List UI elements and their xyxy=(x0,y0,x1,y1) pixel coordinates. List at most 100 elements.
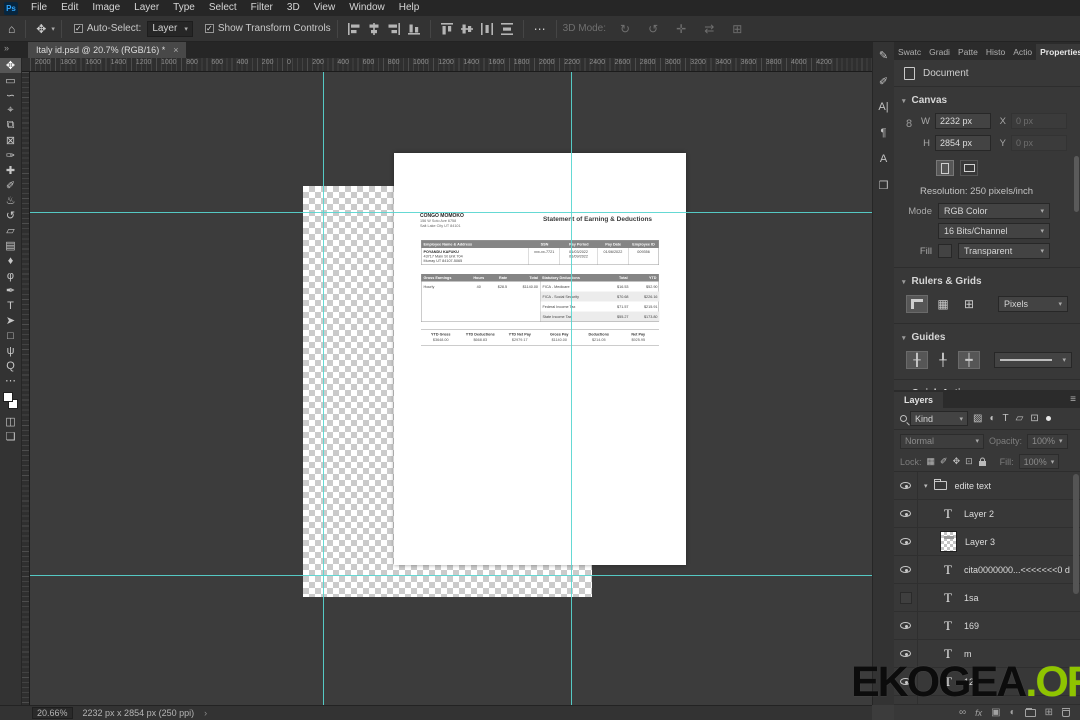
menu-item[interactable]: Select xyxy=(202,0,244,16)
status-options-chevron-icon[interactable]: › xyxy=(204,708,207,718)
menu-item[interactable]: Filter xyxy=(244,0,280,16)
lock-artboard-icon[interactable]: ⊡ xyxy=(965,456,973,467)
home-icon[interactable]: ⌂ xyxy=(4,22,19,36)
menu-item[interactable]: Window xyxy=(342,0,392,16)
eyedropper-tool[interactable]: ✑ xyxy=(0,148,21,163)
color-swatches[interactable] xyxy=(0,390,21,414)
portrait-orientation-button[interactable] xyxy=(936,160,954,176)
tab-gradients[interactable]: Gradi xyxy=(925,44,954,60)
layer-name[interactable]: edite text xyxy=(955,481,992,491)
character-panel-icon[interactable]: A| xyxy=(878,94,888,120)
horizontal-ruler[interactable]: 2000 1800 1600 1400 1200 1000 800 600 400 200 0 200… xyxy=(30,58,872,72)
menu-item[interactable]: Layer xyxy=(127,0,166,16)
canvas-section-header[interactable]: ▾ Canvas xyxy=(894,87,1080,110)
zoom-tool[interactable]: Q xyxy=(0,358,21,373)
guide-vertical-left[interactable] xyxy=(323,72,324,705)
menu-item[interactable]: Edit xyxy=(54,0,85,16)
marquee-tool[interactable]: ▭ xyxy=(0,73,21,88)
rectangle-tool[interactable]: □ xyxy=(0,328,21,343)
vertical-ruler[interactable] xyxy=(22,72,30,705)
blur-tool[interactable]: ♦ xyxy=(0,253,21,268)
guide-vertical-right[interactable] xyxy=(571,72,572,705)
align-right-edges-icon[interactable] xyxy=(387,22,401,36)
auto-select-dropdown[interactable]: Layer ▾ xyxy=(147,20,193,37)
landscape-orientation-button[interactable] xyxy=(960,160,978,176)
gradient-tool[interactable]: ▤ xyxy=(0,238,21,253)
menu-item[interactable]: File xyxy=(24,0,54,16)
object-selection-tool[interactable]: ⌖ xyxy=(0,103,21,118)
frame-tool[interactable]: ⊠ xyxy=(0,133,21,148)
lock-paint-icon[interactable]: ✐ xyxy=(940,456,948,467)
tab-swatches[interactable]: Swatc xyxy=(894,44,925,60)
layer-row[interactable]: T cita0000000...<<<<<<<0 d xyxy=(894,555,1080,584)
brush-tool[interactable]: ✐ xyxy=(0,178,21,193)
dodge-tool[interactable]: φ xyxy=(0,268,21,283)
height-input[interactable]: 2854 px xyxy=(935,135,991,151)
opacity-input[interactable]: 100% ▾ xyxy=(1027,433,1068,449)
align-vertical-centers-icon[interactable] xyxy=(460,22,474,36)
lock-position-icon[interactable]: ✥ xyxy=(953,456,961,467)
align-bottom-edges-icon[interactable] xyxy=(407,22,421,36)
visibility-toggle[interactable] xyxy=(894,611,918,640)
menu-item[interactable]: Help xyxy=(392,0,427,16)
tool-presets-icon[interactable]: ✐ xyxy=(879,68,888,94)
layer-name[interactable]: Layer 2 xyxy=(964,509,994,519)
adjustment-layer-icon[interactable]: ◐ xyxy=(1010,706,1016,720)
tab-properties[interactable]: Properties xyxy=(1036,44,1080,60)
link-layers-icon[interactable]: ∞ xyxy=(959,706,966,720)
toggle-grid-button[interactable]: ▦ xyxy=(932,295,954,313)
distribute-vertical-icon[interactable] xyxy=(500,22,514,36)
layer-row[interactable]: Layer 3 xyxy=(894,527,1080,556)
layer-row[interactable]: T Layer 2 xyxy=(894,499,1080,528)
visibility-toggle[interactable] xyxy=(894,583,918,612)
visibility-toggle[interactable] xyxy=(894,527,918,556)
guide-horizontal-top[interactable] xyxy=(30,212,872,213)
move-tool-icon[interactable]: ✥ xyxy=(32,22,50,36)
layer-filter-kind-dropdown[interactable]: Kind ▾ xyxy=(910,411,968,426)
healing-brush-tool[interactable]: ✚ xyxy=(0,163,21,178)
lasso-tool[interactable]: ∽ xyxy=(0,88,21,103)
layer-effects-icon[interactable]: fx xyxy=(975,708,982,718)
canvas-area[interactable]: CONGO MOMOKO 156 W Soto Ave 6758 Salt La… xyxy=(30,72,872,705)
align-top-edges-icon[interactable] xyxy=(440,22,454,36)
tab-layers[interactable]: Layers xyxy=(894,392,944,408)
layer-name[interactable]: Layer 3 xyxy=(965,537,995,547)
width-input[interactable]: 2232 px xyxy=(935,113,991,129)
foreground-color-swatch[interactable] xyxy=(3,392,13,402)
filter-pixel-layers-icon[interactable]: ▨ xyxy=(971,413,984,424)
toggle-rulers-button[interactable] xyxy=(906,295,928,313)
filter-smart-objects-icon[interactable]: ⊡ xyxy=(1028,413,1040,424)
blend-mode-dropdown[interactable]: Normal ▾ xyxy=(900,433,984,449)
properties-scrollbar[interactable] xyxy=(1074,156,1079,212)
layers-scrollbar[interactable] xyxy=(1073,474,1079,594)
align-left-edges-icon[interactable] xyxy=(347,22,361,36)
more-options-icon[interactable]: ⋯ xyxy=(530,22,550,36)
color-mode-dropdown[interactable]: RGB Color ▾ xyxy=(938,203,1050,219)
filter-shape-layers-icon[interactable]: ▱ xyxy=(1014,413,1026,424)
visibility-toggle[interactable] xyxy=(894,472,918,500)
layer-name[interactable]: 169 xyxy=(964,621,979,631)
history-brush-tool[interactable]: ↺ xyxy=(0,208,21,223)
document-tab[interactable]: Italy id.psd @ 20.7% (RGB/16) * × xyxy=(28,42,187,58)
guide-horizontal-bottom[interactable] xyxy=(30,575,872,576)
move-tool[interactable]: ✥ xyxy=(0,58,21,73)
new-layer-icon[interactable]: ⊞ xyxy=(1045,706,1053,720)
quick-actions-section-header[interactable]: ▾ Quick Actions xyxy=(894,380,1080,390)
menu-item[interactable]: Type xyxy=(166,0,202,16)
eraser-tool[interactable]: ▱ xyxy=(0,223,21,238)
guide-style-dropdown[interactable]: ▾ xyxy=(994,352,1072,368)
layer-row-group[interactable]: ▾ edite text xyxy=(894,472,1080,500)
paragraph-panel-icon[interactable]: ¶ xyxy=(881,120,887,146)
pen-tool[interactable]: ✒ xyxy=(0,283,21,298)
show-transform-checkbox[interactable]: ✓ xyxy=(204,24,214,33)
lock-guides-button[interactable]: ╀ xyxy=(932,351,954,369)
path-selection-tool[interactable]: ➤ xyxy=(0,313,21,328)
tab-history[interactable]: Histo xyxy=(982,44,1009,60)
filter-adjustment-layers-icon[interactable]: ◐ xyxy=(987,413,997,424)
new-group-icon[interactable] xyxy=(1024,707,1036,717)
auto-select-checkbox[interactable]: ✓ xyxy=(73,24,83,33)
screen-mode-button[interactable]: ❏ xyxy=(0,429,21,444)
toggle-guides-button[interactable]: ╂ xyxy=(906,351,928,369)
tab-patterns[interactable]: Patte xyxy=(954,44,982,60)
bit-depth-dropdown[interactable]: 16 Bits/Channel ▾ xyxy=(938,223,1050,239)
